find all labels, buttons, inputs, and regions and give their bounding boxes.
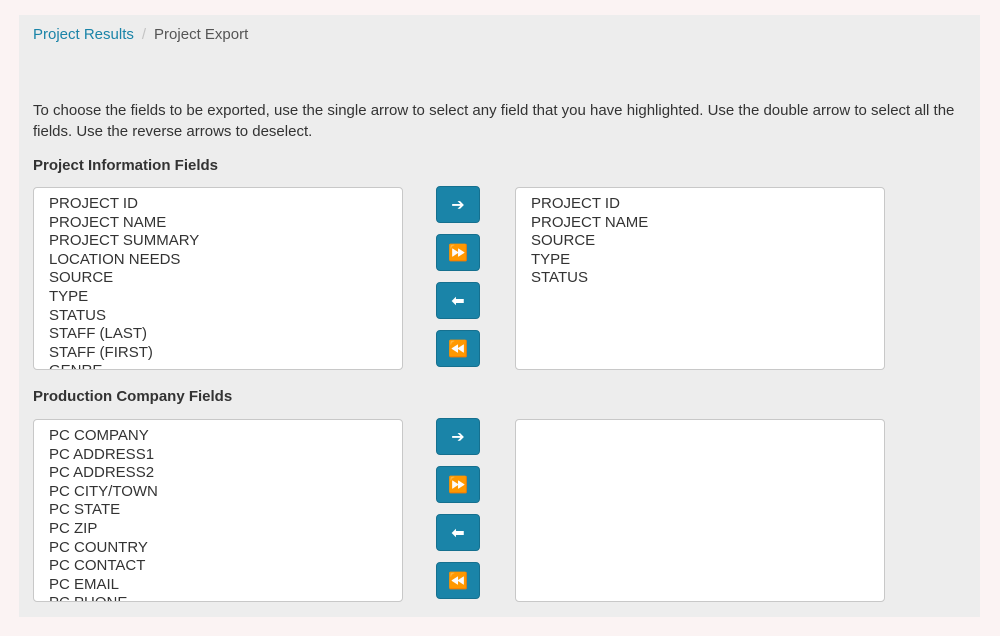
company-selected-fields-list[interactable]: [515, 419, 885, 602]
company-remove-selected-button[interactable]: ⬅: [436, 514, 480, 551]
field-option[interactable]: PC CITY/TOWN: [34, 483, 402, 502]
project-remove-selected-button[interactable]: ⬅: [436, 282, 480, 319]
project-fields-heading: Project Information Fields: [33, 157, 219, 174]
project-add-selected-button[interactable]: ➔: [436, 186, 480, 223]
field-option[interactable]: SOURCE: [34, 269, 402, 288]
field-option[interactable]: PROJECT ID: [516, 195, 884, 214]
arrow-right-icon: ➔: [451, 427, 465, 446]
double-chevron-right-icon: ⏩: [448, 243, 468, 262]
project-add-all-button[interactable]: ⏩: [436, 234, 480, 271]
breadcrumb-link-project-results[interactable]: Project Results: [33, 26, 134, 43]
arrow-left-icon: ⬅: [451, 291, 465, 310]
field-option[interactable]: PROJECT NAME: [516, 214, 884, 233]
field-option[interactable]: SOURCE: [516, 232, 884, 251]
field-option[interactable]: TYPE: [34, 288, 402, 307]
arrow-left-icon: ⬅: [451, 523, 465, 542]
field-option[interactable]: LOCATION NEEDS: [34, 251, 402, 270]
field-option[interactable]: PC PHONE: [34, 594, 402, 601]
company-available-fields-list[interactable]: PC COMPANY PC ADDRESS1 PC ADDRESS2 PC CITY/…: [33, 419, 403, 602]
double-chevron-left-icon: ⏪: [448, 339, 468, 358]
company-fields-heading: Production Company Fields: [33, 388, 233, 405]
company-add-all-button[interactable]: ⏩: [436, 466, 480, 503]
field-option[interactable]: PROJECT NAME: [34, 214, 402, 233]
double-chevron-right-icon: ⏩: [448, 475, 468, 494]
field-option[interactable]: PC ADDRESS2: [34, 464, 402, 483]
field-option[interactable]: STATUS: [516, 269, 884, 288]
company-add-selected-button[interactable]: ➔: [436, 418, 480, 455]
field-option[interactable]: PC ZIP: [34, 520, 402, 539]
field-option[interactable]: PC EMAIL: [34, 576, 402, 595]
field-option[interactable]: PROJECT SUMMARY: [34, 232, 402, 251]
field-option[interactable]: STAFF (LAST): [34, 325, 402, 344]
field-option[interactable]: PROJECT ID: [34, 195, 402, 214]
field-option[interactable]: GENRE: [34, 362, 402, 369]
field-option[interactable]: PC STATE: [34, 501, 402, 520]
breadcrumb: Project Results / Project Export: [33, 26, 248, 44]
double-chevron-left-icon: ⏪: [448, 571, 468, 590]
field-option[interactable]: PC CONTACT: [34, 557, 402, 576]
field-option[interactable]: TYPE: [516, 251, 884, 270]
arrow-right-icon: ➔: [451, 195, 465, 214]
breadcrumb-separator: /: [141, 26, 147, 43]
project-available-fields-list[interactable]: PROJECT ID PROJECT NAME PROJECT SUMMARY LOC…: [33, 187, 403, 370]
breadcrumb-current: Project Export: [154, 26, 249, 43]
project-remove-all-button[interactable]: ⏪: [436, 330, 480, 367]
export-panel: Project Results / Project Export To choose…: [19, 15, 980, 617]
field-option[interactable]: STAFF (FIRST): [34, 344, 402, 363]
field-option[interactable]: PC COMPANY: [34, 427, 402, 446]
field-option[interactable]: PC ADDRESS1: [34, 446, 402, 465]
export-instructions: To choose the fields to be exported, use…: [33, 102, 955, 140]
project-selected-fields-list[interactable]: PROJECT ID PROJECT NAME SOURCE TYPE STATUS: [515, 187, 885, 370]
field-option[interactable]: PC COUNTRY: [34, 539, 402, 558]
company-remove-all-button[interactable]: ⏪: [436, 562, 480, 599]
field-option[interactable]: STATUS: [34, 307, 402, 326]
